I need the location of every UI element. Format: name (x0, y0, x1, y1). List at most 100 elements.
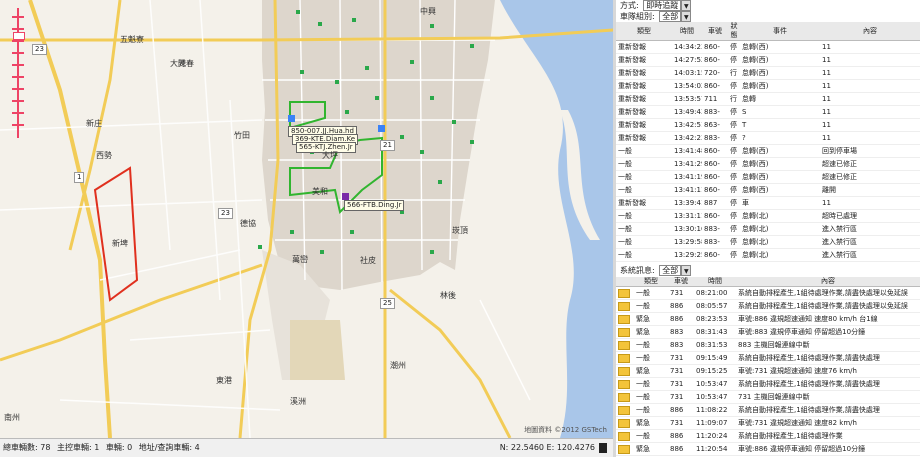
table-cell: 860- (702, 40, 728, 54)
table-cell: 一般 (616, 144, 672, 158)
table-row[interactable]: 重新發報14:27:52860-停怠轉(西)11 (616, 53, 920, 67)
table-row[interactable]: 一般 886 11:08:22 系統自動排程產生,1組待處理作業,請盡快處理 (616, 403, 920, 417)
table-cell: 13:39:41 (672, 196, 702, 210)
table-cell: 車號:731 違規超速通知 速度82 km/h (736, 416, 920, 430)
chevron-down-icon[interactable]: ▼ (681, 265, 692, 276)
table-cell: 進入禁行區 (820, 235, 920, 249)
table-cell: 停 (728, 40, 740, 54)
table-cell: 08:31:53 (694, 338, 736, 352)
table-cell: 系統自動排程產生,1組待處理作業,請盡快處理 (736, 377, 920, 391)
table-cell: 11 (820, 66, 920, 80)
table-cell: 731 主機回報連線中斷 (736, 390, 920, 404)
folder-icon (616, 325, 634, 339)
table-row[interactable]: 一般 883 08:31:53 883 主機回報連線中斷 (616, 338, 920, 352)
table-row[interactable]: 一般13:30:16883-停怠轉(北)進入禁行區 (616, 222, 920, 236)
status-bar: 總車輛數: 78 主控車輛: 1 車輛: 0 地址/查詢車輛: 4 N: 22.… (0, 438, 613, 457)
table-cell: 08:05:57 (694, 299, 736, 313)
table-row[interactable]: 一般 731 09:15:49 系統自動排程產生,1組待處理作業,請盡快處理 (616, 351, 920, 365)
table-row[interactable]: 重新發報14:34:23860-停怠轉(西)11 (616, 40, 920, 54)
column-header[interactable]: 內容 (736, 277, 920, 287)
road-sign: 1 (74, 172, 85, 183)
table-row[interactable]: 一般13:29:25860-停怠轉(北)進入禁行區 (616, 248, 920, 262)
column-header[interactable]: 事件 (740, 22, 820, 41)
table-header: 類型 車號 時間 內容 (616, 277, 920, 287)
column-header[interactable]: 內容 (820, 22, 920, 41)
map-place-label: 中興 (420, 7, 436, 16)
map-view[interactable]: 23 1 21 25 23 850-007.JJ.Hua.hd 369-KTE.… (0, 0, 613, 438)
table-cell: 停 (728, 79, 740, 93)
table-row[interactable]: 一般13:31:11860-停怠轉(北)超時已處理 (616, 209, 920, 223)
table-row[interactable]: 一般13:19:24883-停怠轉(北)離開 (616, 261, 920, 263)
column-header[interactable]: 車號 (668, 277, 694, 287)
table-row[interactable]: 重新發報13:39:41887停車11 (616, 196, 920, 210)
zoom-slider[interactable] (12, 8, 25, 138)
table-cell: 一般 (616, 209, 672, 223)
table-row[interactable]: 一般13:41:48860-停怠轉(西)回到停車場 (616, 144, 920, 158)
table-row[interactable]: 重新發報13:49:43883-停S11 (616, 105, 920, 119)
table-cell: 進入禁行區 (820, 248, 920, 262)
table-row[interactable]: 一般 731 10:53:47 731 主機回報連線中斷 (616, 390, 920, 404)
chevron-down-icon[interactable]: ▼ (681, 0, 692, 11)
table-cell: 怠轉(北) (740, 222, 820, 236)
table-cell: 13:31:11 (672, 209, 702, 223)
table-row[interactable]: 重新發報13:42:51863-停T11 (616, 118, 920, 132)
group-select[interactable]: 全部 (659, 11, 682, 22)
table-row[interactable]: 一般 886 08:05:57 系統自動排程產生,1組待處理作業,請盡快處理以免延誤 (616, 299, 920, 313)
table-row[interactable]: 緊急 886 08:23:53 車號:886 違規超速通知 速度80 km/h 台1線 (616, 312, 920, 326)
table-row[interactable]: 緊急 731 09:15:25 車號:731 違規超速通知 速度76 km/h (616, 364, 920, 378)
table-row[interactable]: 一般 886 11:20:24 系統自動排程產生,1組待處理作業 (616, 429, 920, 443)
column-header[interactable]: 時間 (672, 22, 702, 41)
map-canvas[interactable] (0, 0, 613, 438)
table-cell: 停 (728, 53, 740, 67)
folder-icon (616, 351, 634, 365)
table-cell: 863- (702, 118, 728, 132)
table-row[interactable]: 一般13:29:58883-停怠轉(北)進入禁行區 (616, 235, 920, 249)
table-cell: 一般 (634, 299, 668, 313)
table-cell: 一般 (616, 235, 672, 249)
folder-icon (616, 286, 634, 300)
table-cell: 車號:883 違規停車通知 停留超過10分鐘 (736, 325, 920, 339)
table-cell: T (740, 118, 820, 132)
table-cell: 停 (728, 118, 740, 132)
table-row[interactable]: 一般 731 10:53:47 系統自動排程產生,1組待處理作業,請盡快處理 (616, 377, 920, 391)
table-cell: 13:41:29 (672, 157, 702, 171)
mode-select[interactable]: 即時追蹤 (643, 0, 682, 11)
map-place-label: 林後 (440, 291, 456, 300)
vehicle-tag[interactable]: 566-FTB.Ding.Jr (344, 200, 405, 211)
column-header[interactable]: 車號 (702, 22, 728, 41)
table-cell: 一般 (634, 338, 668, 352)
table-row[interactable]: 重新發報13:42:23883-停?11 (616, 131, 920, 145)
column-header[interactable]: 類型 (634, 277, 668, 287)
map-place-label: 美和 (312, 187, 328, 196)
table-row[interactable]: 一般13:41:29860-停怠轉(西)超速已修正 (616, 157, 920, 171)
table-cell: 怠轉(北) (740, 209, 820, 223)
chevron-down-icon[interactable]: ▼ (681, 11, 692, 22)
column-header[interactable]: 類型 (616, 22, 672, 41)
table-row[interactable]: 緊急 883 08:31:43 車號:883 違規停車通知 停留超過10分鐘 (616, 325, 920, 339)
map-place-label: 竹田 (234, 131, 250, 140)
column-header[interactable]: 時間 (694, 277, 736, 287)
table-cell: 13:29:25 (672, 248, 702, 262)
table-row[interactable]: 重新發報14:03:15720-行怠轉(西)11 (616, 66, 920, 80)
column-header[interactable]: 狀態 (728, 22, 740, 41)
system-message-select[interactable]: 全部 (659, 265, 682, 276)
table-cell: 14:34:23 (672, 40, 702, 54)
table-row[interactable]: 重新發報13:53:57711行怠轉11 (616, 92, 920, 106)
event-panel: 方式: 即時追蹤 ▼ 車隊組別: 全部 ▼ 類型 時間 車號 狀態 事件 內容 重新… (616, 0, 920, 457)
table-row[interactable]: 一般13:41:11860-停怠轉(西)離開 (616, 183, 920, 197)
table-row[interactable]: 重新發報13:54:02860-停怠轉(西)11 (616, 79, 920, 93)
mode-row: 方式: 即時追蹤 ▼ (616, 0, 920, 11)
table-row[interactable]: 一般 731 08:21:00 系統自動排程產生,1組待處理作業,請盡快處理以免延誤 (616, 286, 920, 300)
pin-icon[interactable] (599, 443, 607, 453)
table-cell: 一般 (634, 429, 668, 443)
table-row[interactable]: 緊急 886 11:20:54 車號:886 違規停車通知 停留超過10分鐘 (616, 442, 920, 456)
coordinate-readout: N: 22.5460 E: 120.4276 (499, 443, 595, 452)
table-cell: 13:53:57 (672, 92, 702, 106)
table-cell: 731 (668, 351, 694, 365)
table-row[interactable]: 緊急 731 11:09:07 車號:731 違規超速通知 速度82 km/h (616, 416, 920, 430)
table-cell: 860- (702, 79, 728, 93)
table-cell: 怠轉(西) (740, 183, 820, 197)
table-row[interactable]: 一般13:41:19860-停怠轉(西)超速已修正 (616, 170, 920, 184)
zoom-handle[interactable] (13, 32, 25, 40)
table-cell: 重新發報 (616, 92, 672, 106)
